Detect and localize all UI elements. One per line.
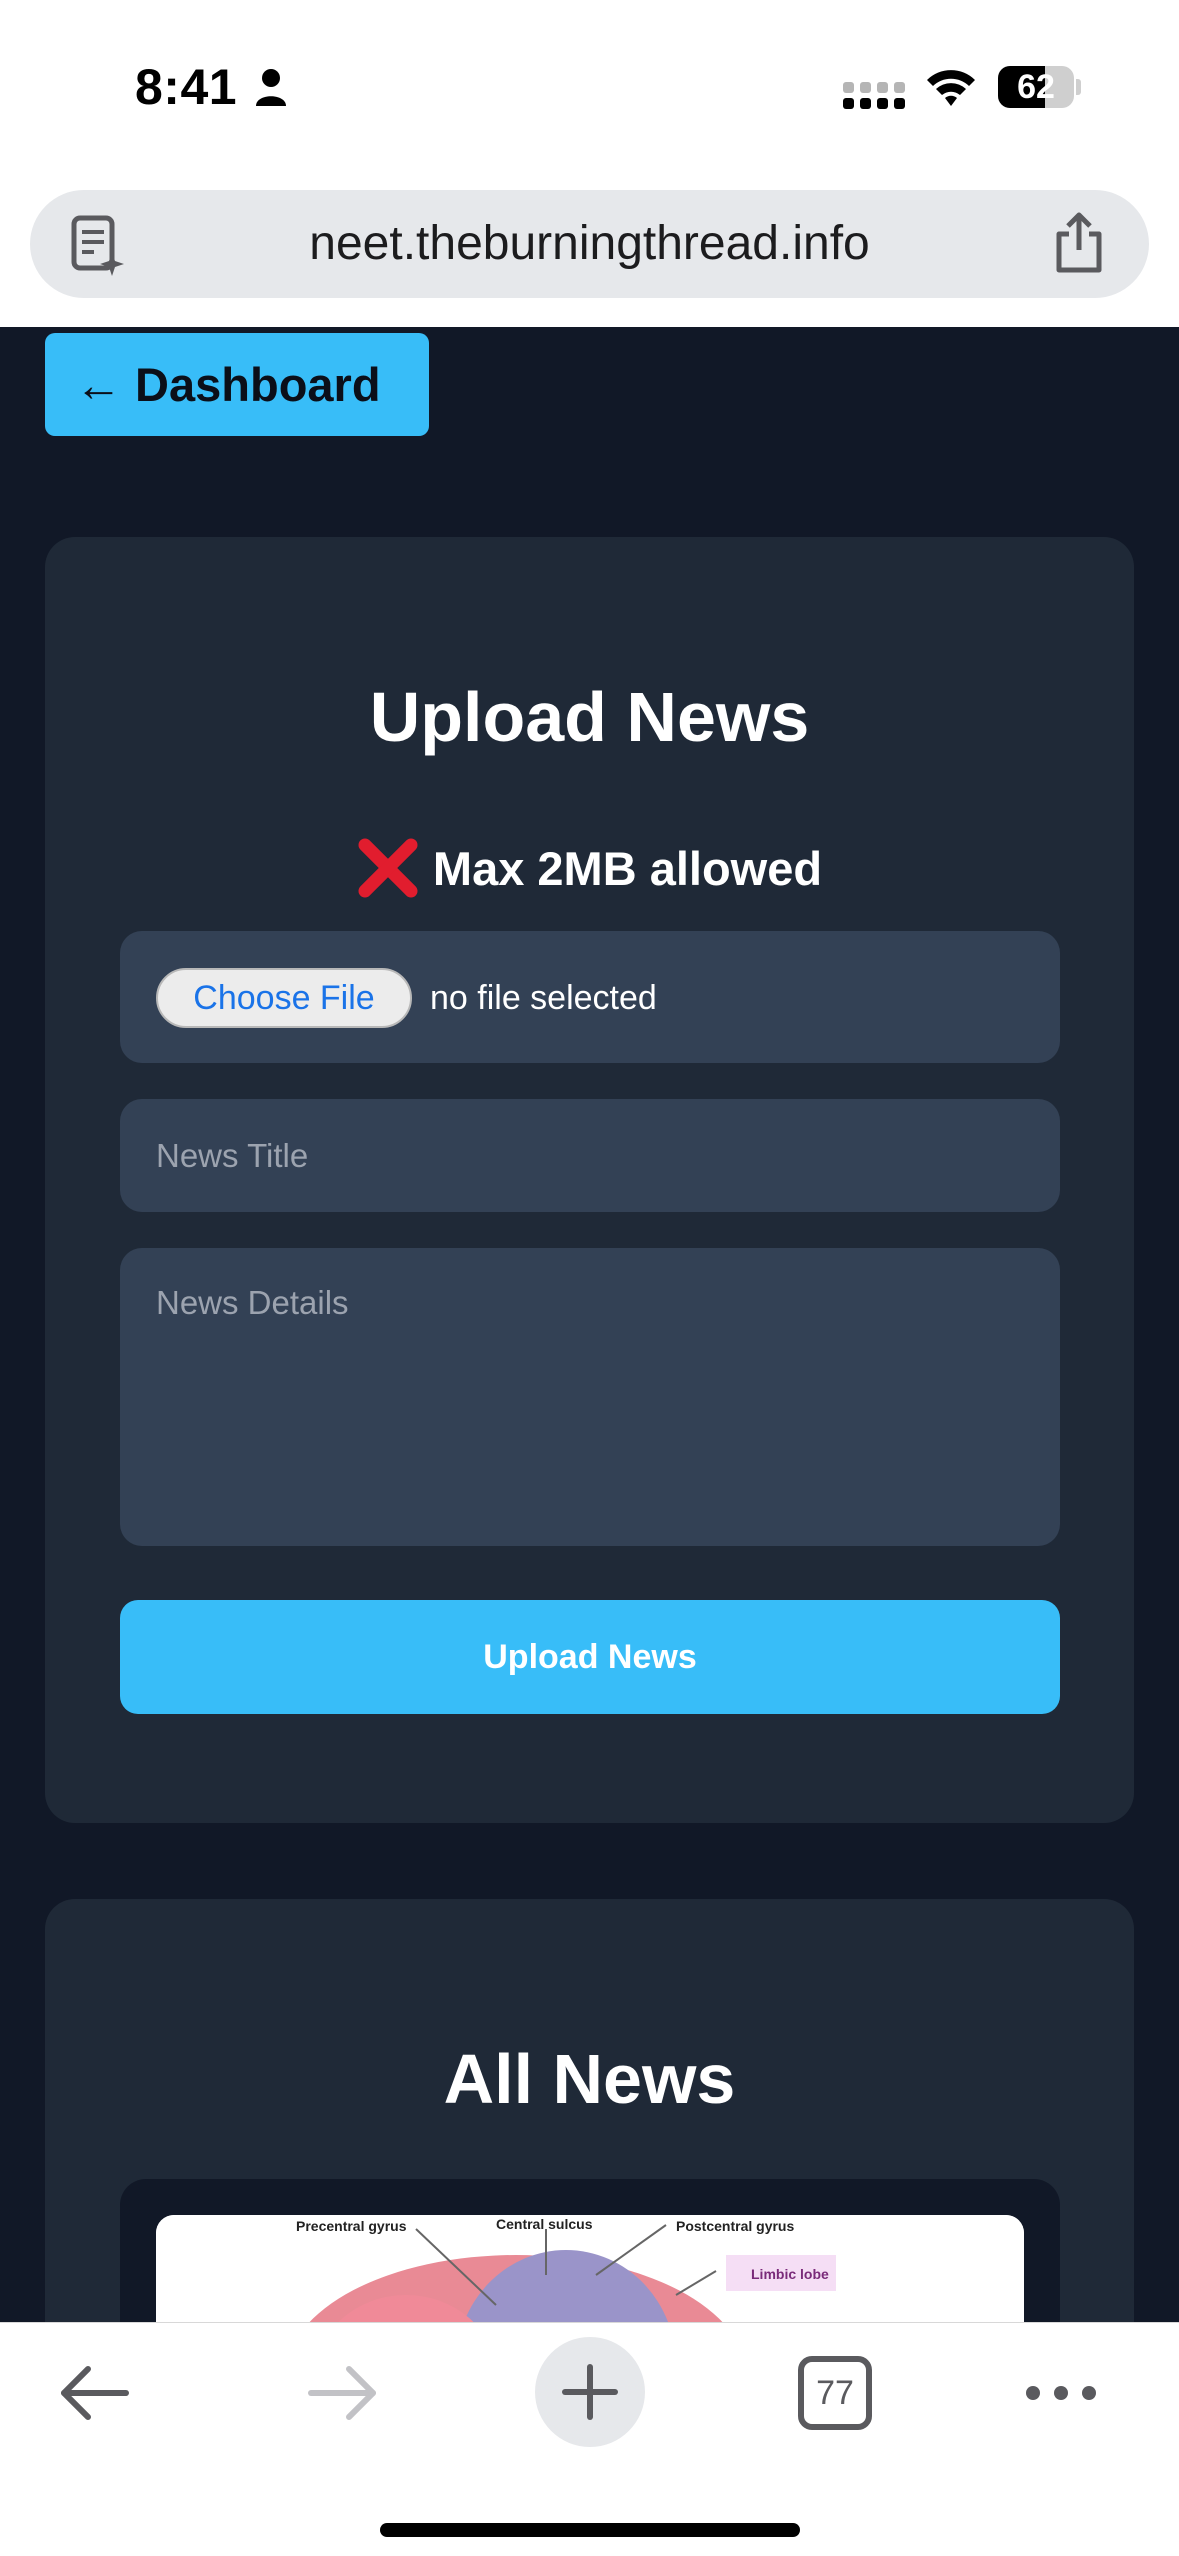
browser-address-area: neet.theburningthread.info — [0, 175, 1179, 327]
cross-mark-icon — [358, 838, 418, 898]
status-bar: 8:41 62 — [0, 0, 1179, 175]
news-details-field[interactable] — [120, 1248, 1060, 1546]
page-content: ← Dashboard Upload News Max 2MB allowed … — [0, 327, 1179, 2322]
url-text[interactable]: neet.theburningthread.info — [160, 190, 1019, 298]
upload-news-button[interactable]: Upload News — [120, 1600, 1060, 1714]
browser-toolbar: 77 — [0, 2322, 1179, 2556]
file-status: no file selected — [430, 979, 657, 1017]
all-news-card: All News Precentral gyrus Central sulcus… — [45, 1899, 1134, 2322]
forward-arrow-icon[interactable] — [305, 2363, 379, 2423]
tab-count: 77 — [816, 2374, 854, 2412]
battery-indicator: 62 — [998, 66, 1081, 108]
cellular-signal-icon — [843, 82, 905, 109]
back-arrow-icon[interactable] — [58, 2363, 132, 2423]
upload-news-heading: Upload News — [369, 678, 810, 756]
all-news-heading: All News — [443, 2040, 736, 2118]
brain-diagram-image: Precentral gyrus Central sulcus Postcent… — [156, 2215, 1024, 2322]
label-postcentral-gyrus: Postcentral gyrus — [676, 2218, 794, 2234]
news-details-input[interactable] — [120, 1248, 1060, 1546]
limit-text: Max 2MB allowed — [432, 841, 823, 895]
label-central-sulcus: Central sulcus — [496, 2216, 593, 2232]
label-limbic-lobe: Limbic lobe — [751, 2266, 829, 2282]
address-bar[interactable]: neet.theburningthread.info — [30, 190, 1149, 298]
news-title-input[interactable] — [120, 1099, 1060, 1212]
news-item[interactable]: Precentral gyrus Central sulcus Postcent… — [120, 2179, 1060, 2322]
file-input[interactable]: Choose File no file selected — [120, 931, 1060, 1063]
news-title-field[interactable] — [120, 1099, 1060, 1212]
wifi-icon — [927, 70, 975, 106]
upload-news-card: Upload News Max 2MB allowed Choose File … — [45, 537, 1134, 1823]
new-tab-button[interactable] — [535, 2337, 645, 2447]
share-icon[interactable] — [1051, 212, 1107, 274]
home-indicator — [380, 2523, 800, 2537]
dashboard-button[interactable]: ← Dashboard — [45, 333, 429, 436]
tabs-button[interactable]: 77 — [798, 2356, 872, 2430]
choose-file-button[interactable]: Choose File — [156, 968, 412, 1028]
news-image[interactable]: Precentral gyrus Central sulcus Postcent… — [156, 2215, 1024, 2322]
more-dots-icon[interactable] — [1025, 2378, 1097, 2408]
plus-icon — [562, 2364, 618, 2420]
reader-mode-icon[interactable] — [66, 212, 132, 278]
label-precentral-gyrus: Precentral gyrus — [296, 2218, 407, 2234]
person-icon — [256, 69, 286, 106]
file-size-limit: Max 2MB allowed — [45, 833, 1134, 903]
battery-level: 62 — [1017, 68, 1055, 106]
status-time: 8:41 — [135, 59, 238, 115]
